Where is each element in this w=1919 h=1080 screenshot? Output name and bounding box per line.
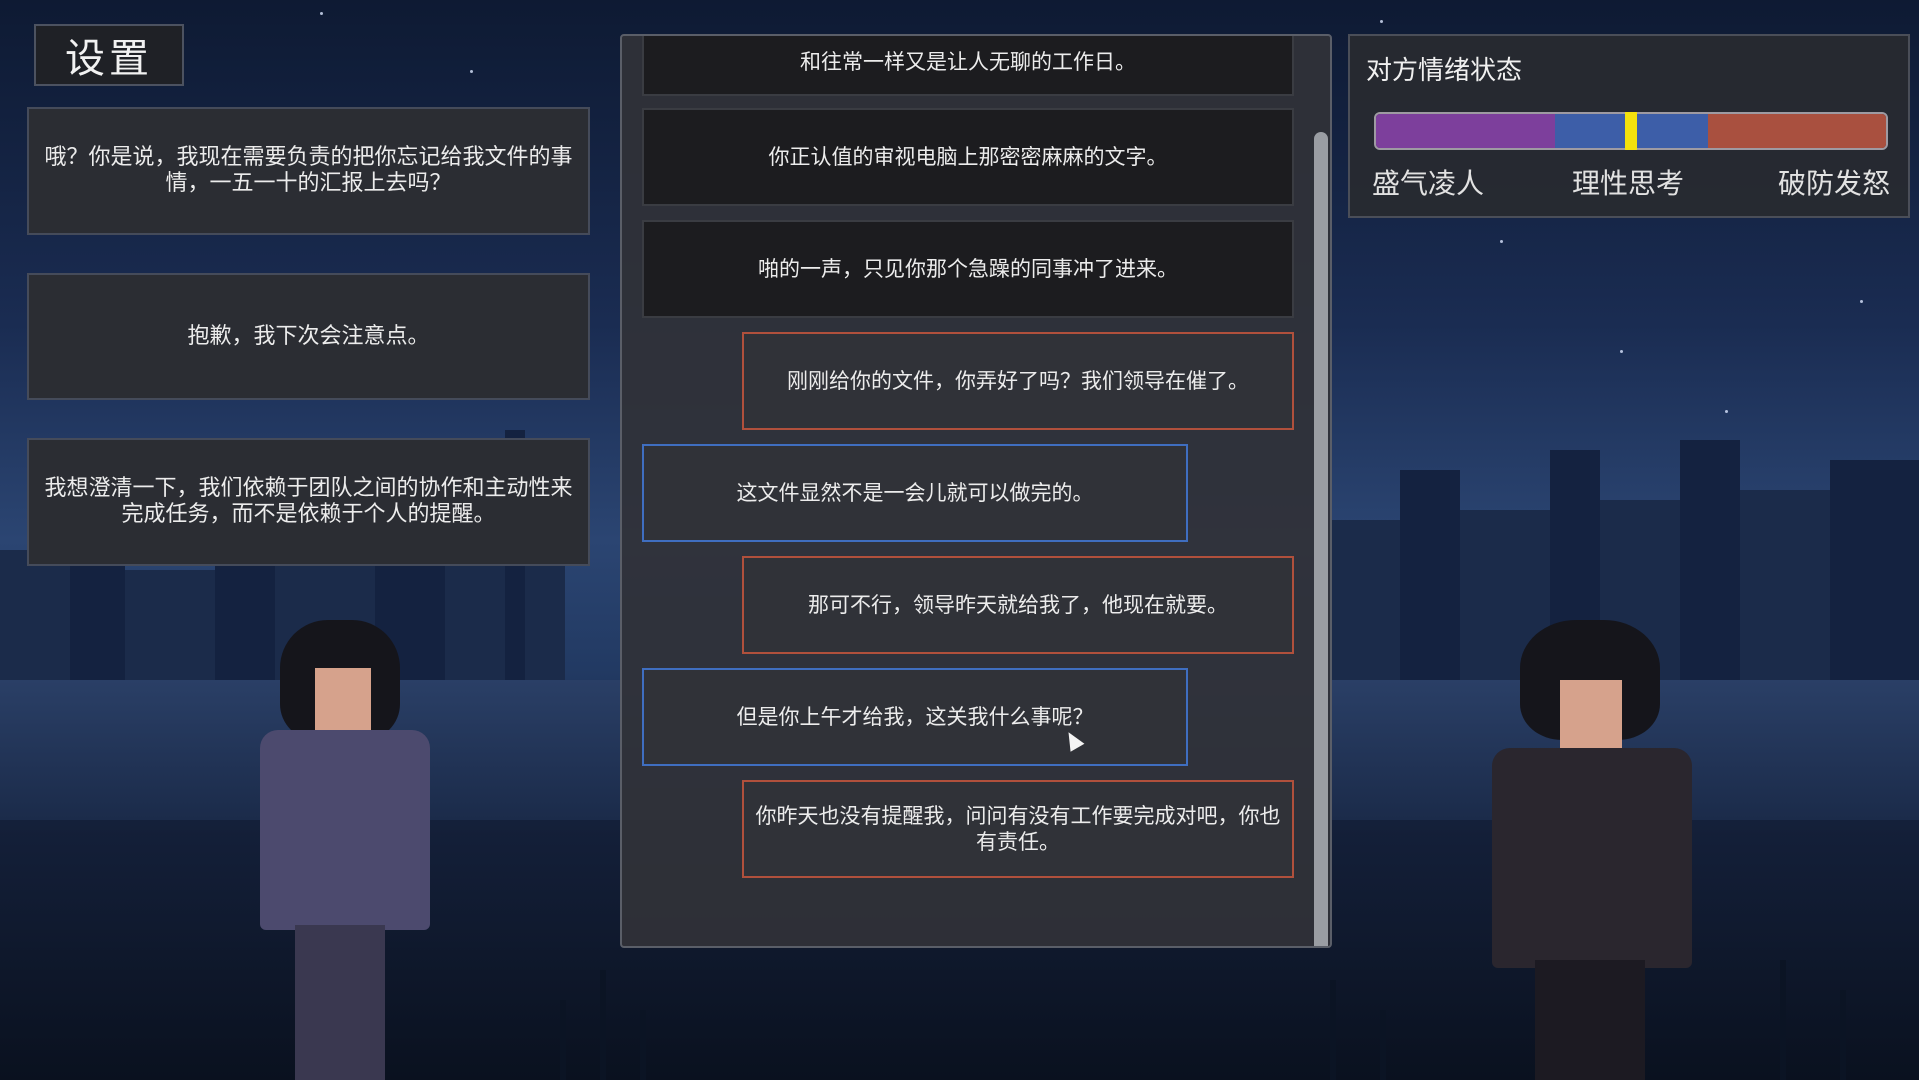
player-message: 这文件显然不是一会儿就可以做完的。 — [642, 444, 1188, 542]
narration-message: 你正认值的审视电脑上那密密麻麻的文字。 — [642, 108, 1294, 206]
coworker-message: 那可不行，领导昨天就给我了，他现在就要。 — [742, 556, 1294, 654]
player-character — [240, 620, 460, 1080]
reply-option-text: 抱歉，我下次会注意点。 — [187, 323, 430, 349]
coworker-character — [1480, 620, 1710, 1080]
narration-message: 和往常一样又是让人无聊的工作日。 — [642, 36, 1294, 96]
reply-option-2[interactable]: 抱歉，我下次会注意点。 — [27, 273, 590, 400]
message-text: 那可不行，领导昨天就给我了，他现在就要。 — [808, 593, 1228, 617]
reply-option-text: 哦？你是说，我现在需要负责的把你忘记给我文件的事情，一五一十的汇报上去吗？ — [44, 145, 573, 196]
emotion-label-arrogant: 盛气凌人 — [1372, 167, 1485, 200]
message-text: 刚刚给你的文件，你弄好了吗？我们领导在催了。 — [787, 369, 1249, 393]
coworker-message: 刚刚给你的文件，你弄好了吗？我们领导在催了。 — [742, 332, 1294, 430]
emotion-meter-arrogant-segment — [1376, 114, 1555, 148]
message-text: 啪的一声，只见你那个急躁的同事冲了进来。 — [758, 257, 1178, 281]
dialogue-scrollbar[interactable] — [1314, 132, 1328, 946]
emotion-meter-marker — [1625, 112, 1637, 150]
coworker-message: 你昨天也没有提醒我，问问有没有工作要完成对吧，你也有责任。 — [742, 780, 1294, 878]
message-text: 但是你上午才给我，这关我什么事呢？ — [736, 705, 1094, 729]
player-message: 但是你上午才给我，这关我什么事呢？ — [642, 668, 1188, 766]
message-text: 你正认值的审视电脑上那密密麻麻的文字。 — [768, 145, 1168, 169]
message-text: 你昨天也没有提醒我，问问有没有工作要完成对吧，你也有责任。 — [755, 804, 1281, 854]
emotion-meter-angry-segment — [1707, 114, 1886, 148]
emotion-label-rational: 理性思考 — [1572, 167, 1685, 200]
message-text: 和往常一样又是让人无聊的工作日。 — [800, 50, 1136, 74]
emotion-panel-title: 对方情绪状态 — [1366, 56, 1523, 86]
message-text: 这文件显然不是一会儿就可以做完的。 — [736, 481, 1094, 505]
settings-button[interactable]: 设置 — [34, 24, 184, 86]
reply-option-3[interactable]: 我想澄清一下，我们依赖于团队之间的协作和主动性来完成任务，而不是依赖于个人的提醒… — [27, 438, 590, 566]
emotion-label-angry: 破防发怒 — [1778, 167, 1891, 200]
reply-option-1[interactable]: 哦？你是说，我现在需要负责的把你忘记给我文件的事情，一五一十的汇报上去吗？ — [27, 107, 590, 235]
dialogue-log-panel[interactable]: 和往常一样又是让人无聊的工作日。 你正认值的审视电脑上那密密麻麻的文字。 啪的一… — [620, 34, 1332, 948]
emotion-status-panel: 对方情绪状态 盛气凌人 理性思考 破防发怒 — [1348, 34, 1910, 218]
reply-option-text: 我想澄清一下，我们依赖于团队之间的协作和主动性来完成任务，而不是依赖于个人的提醒… — [44, 476, 573, 527]
narration-message: 啪的一声，只见你那个急躁的同事冲了进来。 — [642, 220, 1294, 318]
